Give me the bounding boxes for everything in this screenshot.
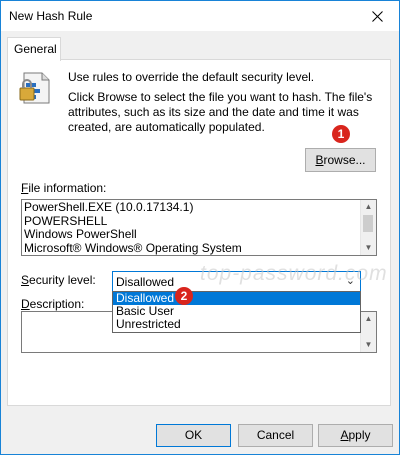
- scroll-thumb[interactable]: [363, 215, 373, 232]
- file-info-line: Microsoft® Windows® Operating System: [24, 240, 242, 255]
- security-level-label-rest: ecurity level:: [29, 273, 96, 287]
- ok-button[interactable]: OK: [156, 424, 231, 447]
- hash-file-icon: [18, 70, 54, 109]
- apply-label-accel: A: [340, 428, 349, 442]
- file-info-list[interactable]: PowerShell.EXE (10.0.17134.1) POWERSHELL…: [21, 199, 377, 256]
- title-bar[interactable]: New Hash Rule: [1, 1, 399, 31]
- scroll-down-icon[interactable]: ▼: [361, 338, 376, 352]
- file-info-scrollbar[interactable]: ▲ ▼: [360, 200, 376, 255]
- description-label-accel: D: [21, 297, 30, 311]
- scroll-up-icon[interactable]: ▲: [361, 312, 376, 326]
- description-label-rest: escription:: [29, 297, 85, 311]
- file-info-line: PowerShell.EXE (10.0.17134.1): [24, 200, 194, 214]
- step-badge-1: 1: [332, 125, 350, 143]
- file-info-line: Windows PowerShell: [24, 227, 137, 241]
- security-level-label: Security level:: [21, 273, 96, 287]
- scroll-up-icon[interactable]: ▲: [361, 200, 376, 214]
- apply-label-rest: pply: [348, 428, 371, 442]
- step-badge-2: 2: [175, 287, 193, 305]
- file-info-line: POWERSHELL: [24, 213, 108, 228]
- browse-label-accel: B: [315, 153, 324, 167]
- chevron-down-icon[interactable]: ⌄: [346, 274, 355, 287]
- browse-button[interactable]: Browse...: [305, 148, 376, 172]
- file-info-label-rest: ile information:: [28, 181, 107, 195]
- intro-text: Use rules to override the default securi…: [68, 70, 378, 140]
- cancel-button[interactable]: Cancel: [238, 424, 313, 447]
- tab-general-label: General: [14, 42, 57, 56]
- browse-label-rest: rowse...: [323, 153, 366, 167]
- apply-button[interactable]: Apply: [318, 424, 393, 447]
- security-level-label-accel: S: [21, 273, 30, 287]
- file-info-label: File information:: [21, 181, 106, 195]
- window-title: New Hash Rule: [9, 9, 93, 23]
- description-scrollbar[interactable]: ▲ ▼: [360, 312, 376, 352]
- close-icon: [371, 10, 383, 22]
- intro-line-1: Use rules to override the default securi…: [68, 70, 315, 84]
- security-level-select[interactable]: Disallowed ⌄: [112, 271, 361, 292]
- security-level-dropdown: Disallowed Basic User Unrestricted: [112, 291, 361, 333]
- close-button[interactable]: [355, 1, 399, 31]
- intro-line-2: Click Browse to select the file you want…: [68, 90, 373, 134]
- security-level-value: Disallowed: [116, 275, 175, 289]
- description-label: Description:: [21, 297, 84, 311]
- tab-general[interactable]: General: [7, 37, 61, 61]
- scroll-down-icon[interactable]: ▼: [361, 241, 376, 255]
- dropdown-option-unrestricted[interactable]: Unrestricted: [113, 318, 360, 331]
